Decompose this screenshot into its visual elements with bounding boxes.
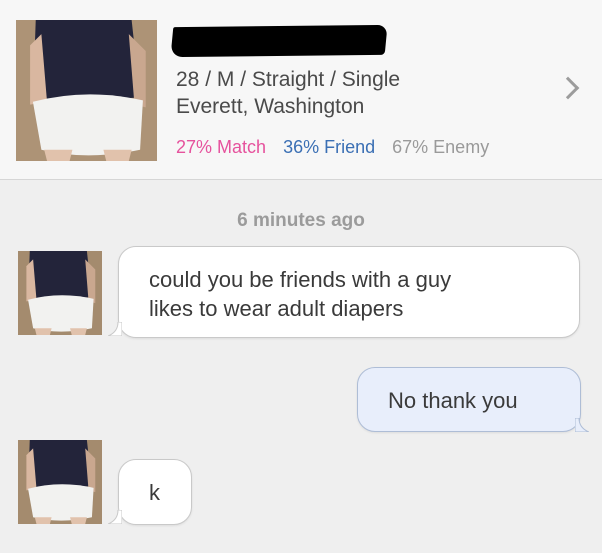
redacted-name [170, 24, 388, 58]
chevron-right-icon[interactable] [556, 76, 580, 100]
profile-location: Everett, Washington [176, 95, 365, 118]
message-text: k [149, 480, 160, 505]
profile-photo[interactable] [16, 20, 157, 161]
bubble-tail [108, 322, 122, 336]
profile-header[interactable]: 28 / M / Straight / Single Everett, Wash… [0, 0, 602, 180]
message-text: likes to wear adult diapers [149, 296, 404, 321]
sender-avatar[interactable] [18, 251, 102, 335]
friend-percentage: 36% Friend [283, 137, 376, 157]
match-percentage: 27% Match [176, 137, 267, 157]
enemy-percentage: 67% Enemy [392, 137, 490, 157]
sender-avatar[interactable] [18, 440, 102, 524]
message-text: No thank you [388, 388, 518, 413]
message-bubble-outgoing[interactable]: No thank you [357, 367, 581, 432]
message-bubble-incoming[interactable]: k [118, 459, 192, 525]
message-timestamp: 6 minutes ago [237, 210, 365, 231]
bubble-tail [108, 510, 122, 524]
profile-details: 28 / M / Straight / Single [176, 68, 401, 91]
message-bubble-incoming[interactable]: could you be friends with a guy likes to… [118, 246, 580, 338]
message-text: could you be friends with a guy [149, 267, 452, 292]
bubble-tail [575, 418, 589, 432]
